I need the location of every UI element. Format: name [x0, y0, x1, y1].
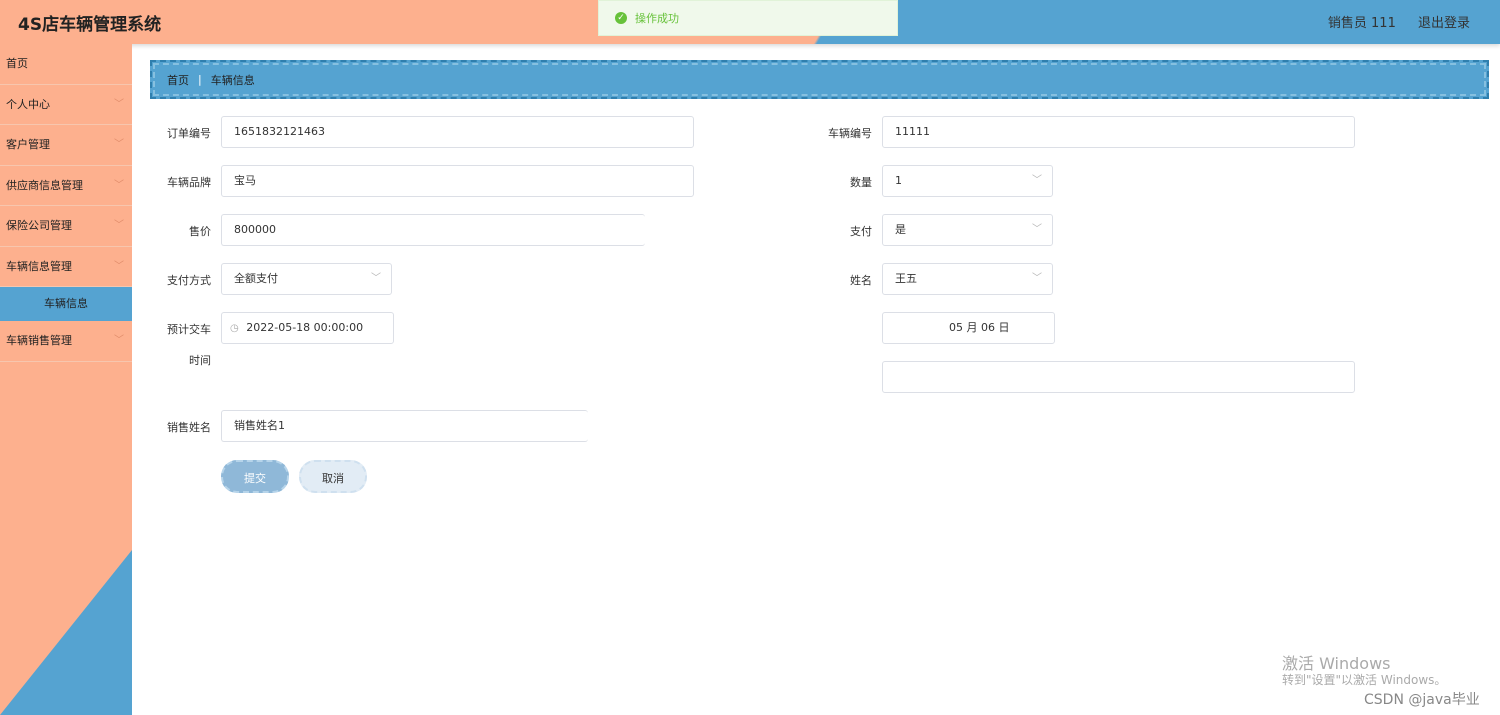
sidebar-item-label: 车辆信息管理	[6, 259, 72, 273]
sidebar-decoration	[0, 550, 132, 715]
quantity-value: 1	[895, 174, 902, 187]
app-title: 4S店车辆管理系统	[18, 15, 162, 35]
chevron-up-icon: ﹀	[114, 260, 124, 272]
chevron-down-icon: ﹀	[1032, 273, 1042, 284]
sidebar-item-label: 保险公司管理	[6, 219, 72, 232]
customer-name-select[interactable]: 王五 ﹀	[882, 263, 1053, 295]
quantity-select[interactable]: 1 ﹀	[882, 165, 1053, 197]
chevron-down-icon: ﹀	[114, 139, 124, 150]
sidebar-item-insurance[interactable]: 保险公司管理 ﹀	[0, 206, 132, 247]
pay-method-select[interactable]: 全额支付 ﹀	[221, 263, 392, 295]
sidebar-subitem-vehicle-info[interactable]: 车辆信息	[0, 287, 132, 321]
success-toast: ✓ 操作成功	[598, 0, 898, 36]
sidebar-item-customers[interactable]: 客户管理 ﹀	[0, 125, 132, 166]
csdn-watermark: CSDN @java毕业	[1364, 692, 1480, 708]
vehicle-no-field[interactable]: 11111	[882, 116, 1355, 148]
sidebar-item-label: 首页	[6, 57, 28, 70]
chevron-down-icon: ﹀	[1032, 175, 1042, 186]
customer-name-label: 姓名	[850, 274, 872, 287]
check-circle-icon: ✓	[615, 12, 627, 24]
paid-label: 支付	[850, 225, 872, 238]
toast-message: 操作成功	[635, 12, 679, 25]
sidebar-item-suppliers[interactable]: 供应商信息管理 ﹀	[0, 166, 132, 206]
pay-method-value: 全额支付	[234, 272, 278, 285]
sidebar-item-vehicle-management[interactable]: 车辆信息管理 ﹀	[0, 247, 132, 287]
delivery-time-picker[interactable]: ◷ 2022-05-18 00:00:00	[221, 312, 394, 344]
quantity-label: 数量	[850, 176, 872, 189]
chevron-down-icon: ﹀	[371, 273, 381, 284]
current-user-label: 销售员 111	[1327, 16, 1396, 31]
delivery-time-label-2: 时间	[189, 354, 211, 367]
chevron-down-icon: ﹀	[114, 335, 124, 346]
breadcrumb: 首页 | 车辆信息	[150, 60, 1489, 99]
breadcrumb-home[interactable]: 首页	[167, 72, 189, 88]
price-label: 售价	[189, 225, 211, 238]
paid-value: 是	[895, 223, 906, 236]
brand-field[interactable]: 宝马	[221, 165, 694, 197]
windows-activation-hint: 转到"设置"以激活 Windows。	[1282, 673, 1447, 687]
submit-button[interactable]: 提交	[221, 460, 289, 493]
sales-name-field[interactable]: 销售姓名1	[221, 410, 588, 442]
logout-link[interactable]: 退出登录	[1418, 16, 1470, 31]
sidebar-item-label: 客户管理	[6, 138, 50, 151]
sidebar-item-profile[interactable]: 个人中心 ﹀	[0, 85, 132, 125]
sales-name-label: 销售姓名	[167, 421, 211, 434]
clock-icon: ◷	[230, 323, 239, 334]
chevron-down-icon: ﹀	[114, 179, 124, 191]
sidebar-item-home[interactable]: 首页	[0, 44, 132, 85]
customer-name-value: 王五	[895, 272, 917, 285]
order-no-label: 订单编号	[167, 127, 211, 140]
header-right: 销售员 111 退出登录	[1310, 12, 1470, 31]
cancel-button[interactable]: 取消	[299, 460, 367, 493]
delivery-time-label: 预计交车	[167, 323, 211, 336]
price-field[interactable]: 800000	[221, 214, 645, 246]
paid-select[interactable]: 是 ﹀	[882, 214, 1053, 246]
chevron-down-icon: ﹀	[114, 220, 124, 231]
sidebar: 首页 个人中心 ﹀ 客户管理 ﹀ 供应商信息管理 ﹀ 保险公司管理 ﹀ 车辆信息…	[0, 44, 132, 715]
pay-method-label: 支付方式	[167, 274, 211, 287]
chevron-down-icon: ﹀	[114, 98, 124, 110]
sidebar-item-vehicle-sales[interactable]: 车辆销售管理 ﹀	[0, 321, 132, 362]
date-picker-partial[interactable]: 05 月 06 日	[882, 312, 1055, 344]
order-no-field[interactable]: 1651832121463	[221, 116, 694, 148]
chevron-down-icon: ﹀	[1032, 224, 1042, 235]
sidebar-item-label: 车辆销售管理	[6, 334, 72, 347]
vehicle-no-label: 车辆编号	[828, 127, 872, 140]
empty-field[interactable]	[882, 361, 1355, 393]
delivery-time-value: 2022-05-18 00:00:00	[246, 321, 364, 334]
date-picker-value: 05 月 06 日	[949, 321, 1010, 334]
brand-label: 车辆品牌	[167, 176, 211, 189]
breadcrumb-separator: |	[198, 73, 202, 86]
sidebar-item-label: 个人中心	[6, 97, 50, 111]
breadcrumb-current: 车辆信息	[210, 73, 255, 87]
sidebar-item-label: 供应商信息管理	[6, 178, 83, 192]
